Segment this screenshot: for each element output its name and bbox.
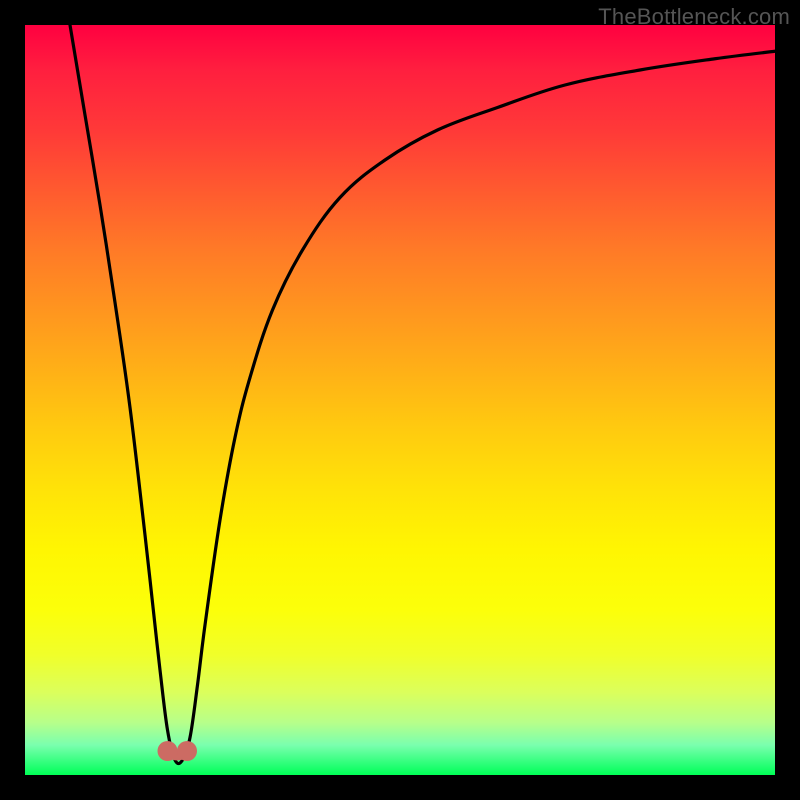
plot-area (25, 25, 775, 775)
marker-dot-left (158, 741, 178, 761)
marker-dot-right (177, 741, 197, 761)
chart-frame: TheBottleneck.com (0, 0, 800, 800)
chart-svg (25, 25, 775, 775)
bottleneck-curve (70, 25, 775, 764)
